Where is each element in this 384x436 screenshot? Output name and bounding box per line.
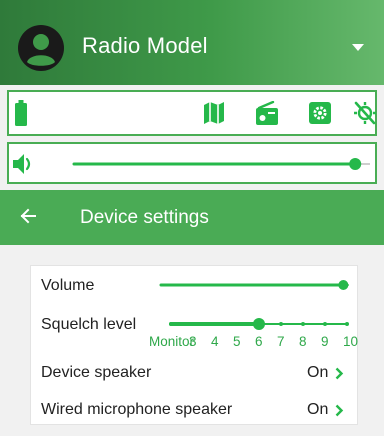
squelch-tick-label: 9 — [321, 334, 329, 349]
settings-icon[interactable] — [309, 102, 331, 124]
squelch-tick — [235, 322, 239, 326]
settings-card: Volume Squelch level Monitor 3 4 5 6 7 8 9 10 De… — [30, 265, 358, 425]
chevron-right-icon[interactable] — [335, 404, 344, 417]
squelch-tick-label: 7 — [277, 334, 285, 349]
squelch-tick — [301, 322, 305, 326]
app-header: Radio Model — [0, 0, 384, 85]
map-icon[interactable] — [204, 102, 224, 124]
caret-down-icon[interactable] — [352, 44, 364, 52]
squelch-tick-label: 3 — [189, 334, 197, 349]
volume-icon — [13, 154, 31, 174]
squelch-tick-label: Monitor — [149, 334, 195, 349]
device-speaker-label: Device speaker — [41, 364, 152, 381]
account-circle-icon[interactable] — [18, 25, 64, 71]
squelch-tick-label: 5 — [233, 334, 241, 349]
squelch-tick-label: 10 — [343, 334, 359, 349]
main-volume-slider[interactable] — [71, 154, 373, 174]
location-off-icon[interactable] — [354, 101, 376, 125]
volume-label: Volume — [41, 277, 95, 294]
squelch-tick-label: 6 — [255, 334, 263, 349]
squelch-tick — [191, 322, 195, 326]
squelch-tick — [169, 322, 173, 326]
volume-slider-thumb[interactable] — [338, 280, 349, 290]
squelch-tick — [213, 322, 217, 326]
device-speaker-value[interactable]: On — [307, 364, 328, 382]
chevron-right-icon[interactable] — [335, 367, 344, 380]
radio-icon[interactable] — [256, 101, 278, 125]
squelch-tick — [323, 322, 327, 326]
wired-mic-speaker-label: Wired microphone speaker — [41, 401, 233, 418]
squelch-label: Squelch level — [41, 316, 137, 333]
status-toolbar — [7, 90, 377, 136]
volume-slider[interactable] — [159, 276, 351, 294]
squelch-tick-label: 8 — [299, 334, 307, 349]
back-arrow-icon[interactable] — [20, 208, 36, 224]
squelch-tick — [345, 322, 349, 326]
squelch-slider-thumb[interactable] — [253, 318, 265, 330]
battery-icon — [15, 100, 27, 126]
squelch-tick-label: 4 — [211, 334, 219, 349]
wired-mic-speaker-value[interactable]: On — [307, 401, 328, 419]
squelch-slider[interactable] — [167, 314, 357, 334]
settings-title: Device settings — [80, 207, 209, 228]
main-volume-thumb[interactable] — [349, 158, 362, 170]
settings-header: Device settings — [0, 190, 384, 245]
app-title: Radio Model — [82, 33, 208, 58]
main-volume-bar — [7, 142, 377, 184]
squelch-tick — [279, 322, 283, 326]
